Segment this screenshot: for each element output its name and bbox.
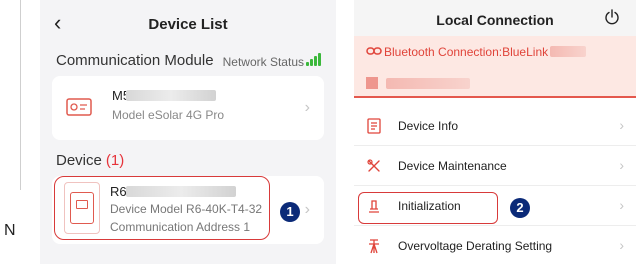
network-status-label: Network Status — [222, 55, 304, 69]
menu-item-label: Overvoltage Derating Setting — [398, 239, 553, 253]
redacted-text — [386, 78, 470, 89]
margin-letter: N — [4, 222, 16, 239]
power-icon[interactable] — [604, 9, 620, 25]
device-section-title: Device (1) — [56, 152, 125, 169]
chevron-right-icon: › — [304, 201, 310, 218]
module-card[interactable]: M5 Model eSolar 4G Pro › — [52, 76, 324, 140]
connection-status-area: Bluetooth Connection:BlueLink — [354, 36, 636, 98]
bluetooth-connection-text: Bluetooth Connection:BlueLink — [384, 45, 549, 59]
tools-icon — [367, 159, 380, 172]
menu-item-device-maintenance[interactable]: Device Maintenance › — [354, 146, 636, 186]
chevron-right-icon: › — [304, 99, 310, 116]
barcode-icon — [366, 77, 378, 89]
signal-bars-icon — [306, 53, 322, 66]
device-count: (1) — [105, 152, 125, 169]
redacted-text — [550, 46, 586, 57]
module-model: Model eSolar 4G Pro — [112, 108, 225, 122]
comm-module-section-title: Communication Module — [56, 52, 214, 69]
highlight-box-initialization — [358, 192, 498, 224]
tower-icon — [369, 239, 379, 254]
local-connection-screen: Local Connection Bluetooth Connection:Bl… — [354, 0, 636, 264]
chevron-right-icon: › — [619, 117, 624, 133]
page-title: Local Connection — [436, 12, 554, 28]
step-badge-2: 2 — [510, 198, 530, 218]
left-margin: N — [0, 0, 36, 264]
link-icon — [366, 47, 382, 55]
menu-item-overvoltage-derating[interactable]: Overvoltage Derating Setting › — [354, 226, 636, 264]
module-icon — [66, 98, 92, 116]
chevron-right-icon: › — [619, 157, 624, 173]
highlight-box-device — [54, 176, 270, 240]
step-badge-1: 1 — [280, 202, 300, 222]
menu-item-device-info[interactable]: Device Info › — [354, 106, 636, 146]
document-icon — [367, 118, 381, 134]
local-connection-header: Local Connection — [354, 0, 636, 36]
chevron-right-icon: › — [619, 197, 624, 213]
chevron-right-icon: › — [619, 237, 624, 253]
device-list-screen: ‹ Device List Communication Module Netwo… — [40, 0, 336, 264]
page-title: Device List — [148, 16, 228, 33]
redacted-text — [126, 90, 216, 101]
device-list-header: ‹ Device List — [40, 0, 336, 46]
menu-item-label: Device Info — [398, 119, 459, 133]
menu-item-label: Device Maintenance — [398, 159, 507, 173]
divider-line — [20, 0, 21, 190]
